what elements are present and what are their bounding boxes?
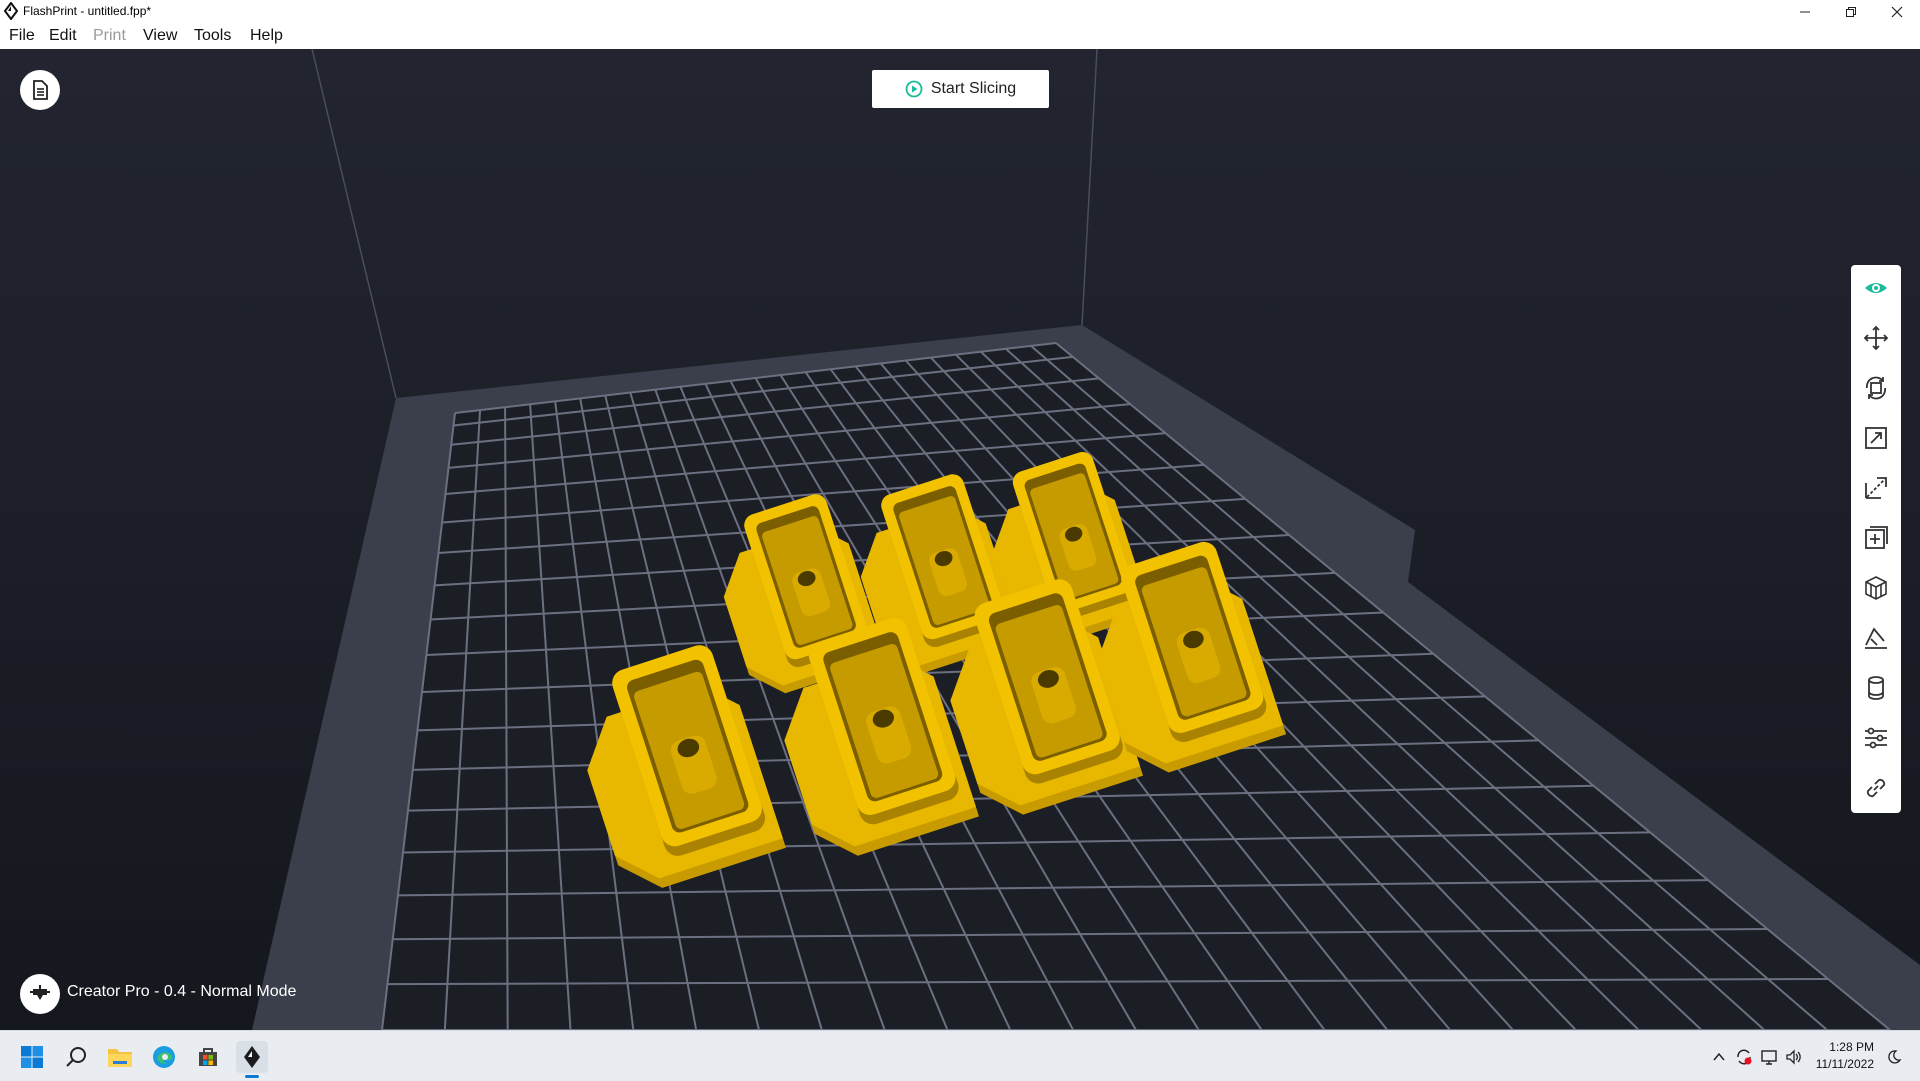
cylinder-tool-button[interactable] [1851, 665, 1901, 711]
add-object-icon [1865, 526, 1888, 549]
menu-view[interactable]: View [143, 27, 177, 45]
chevron-up-icon [1713, 1052, 1725, 1061]
supports-icon [1865, 576, 1887, 600]
lay-flat-icon [1865, 627, 1887, 649]
clock-date: 11/11/2022 [1815, 1057, 1874, 1071]
taskbar-edge[interactable] [148, 1041, 180, 1073]
settings-sliders-icon [1865, 727, 1887, 749]
close-button[interactable] [1874, 0, 1920, 24]
play-circle-icon [905, 80, 923, 98]
network-tray[interactable] [1759, 1047, 1779, 1067]
cut-tool-button[interactable] [1851, 465, 1901, 511]
volume-tray[interactable] [1784, 1047, 1804, 1067]
speaker-icon [1786, 1049, 1801, 1065]
right-toolbar [1851, 265, 1901, 813]
menu-file[interactable]: File [9, 27, 35, 45]
scale-tool-button[interactable] [1851, 415, 1901, 461]
taskbar-flashprint[interactable] [236, 1041, 268, 1073]
taskbar-search-button[interactable] [60, 1041, 92, 1073]
folder-icon [108, 1049, 132, 1067]
moon-icon [1888, 1050, 1902, 1064]
eye-icon [1865, 283, 1887, 293]
scale-icon [1865, 427, 1887, 449]
edge-browser-icon [153, 1046, 175, 1068]
add-object-button[interactable] [1851, 515, 1901, 561]
minimize-button[interactable] [1782, 0, 1828, 24]
menu-edit[interactable]: Edit [49, 27, 77, 45]
search-icon [66, 1047, 86, 1067]
nozzle-icon [30, 985, 50, 1000]
window-title: FlashPrint - untitled.fpp* [23, 4, 152, 18]
taskbar-file-explorer[interactable] [104, 1041, 136, 1073]
clock-time: 1:28 PM [1829, 1040, 1874, 1054]
supports-button[interactable] [1851, 565, 1901, 611]
cut-icon [1865, 477, 1887, 499]
link-icon [1866, 778, 1886, 798]
network-icon [1761, 1050, 1777, 1065]
move-tool-button[interactable] [1851, 315, 1901, 361]
notifications-button[interactable] [1884, 1047, 1904, 1067]
menu-bar: File Edit Print View Tools Help [0, 24, 1920, 49]
close-icon [1891, 6, 1903, 18]
taskbar: 1:28 PM 11/11/2022 [0, 1030, 1920, 1081]
windows-icon [21, 1046, 43, 1068]
restore-button[interactable] [1828, 0, 1874, 24]
taskbar-store[interactable] [192, 1041, 224, 1073]
menu-tools[interactable]: Tools [194, 27, 231, 45]
cylinder-icon [1868, 676, 1884, 700]
rotate-tool-button[interactable] [1851, 365, 1901, 411]
menu-help[interactable]: Help [250, 27, 283, 45]
printer-status-label: Creator Pro - 0.4 - Normal Mode [67, 983, 297, 1000]
start-slicing-label: Start Slicing [930, 80, 1017, 97]
show-hidden-icons-button[interactable] [1709, 1047, 1729, 1067]
start-button[interactable] [16, 1041, 48, 1073]
sync-status-tray[interactable] [1734, 1047, 1754, 1067]
move-icon [1863, 325, 1889, 351]
store-icon [199, 1048, 217, 1066]
connect-tool-button[interactable] [1851, 765, 1901, 811]
document-icon [33, 80, 48, 100]
restore-icon [1846, 7, 1856, 17]
build-plate-scene [0, 49, 1920, 1030]
flashprint-logo-icon [3, 2, 19, 20]
settings-tool-button[interactable] [1851, 715, 1901, 761]
menu-print[interactable]: Print [93, 27, 126, 45]
lay-flat-button[interactable] [1851, 615, 1901, 661]
view-tool-button[interactable] [1851, 265, 1901, 311]
printer-settings-button[interactable] [20, 974, 60, 1014]
rotate-icon [1866, 376, 1886, 400]
sync-icon [1737, 1049, 1752, 1065]
start-slicing-button[interactable]: Start Slicing [872, 70, 1049, 108]
3d-viewport[interactable]: Start Slicing Creator Pro - 0.4 - Normal… [0, 49, 1920, 1030]
title-bar: FlashPrint - untitled.fpp* [0, 0, 1920, 24]
minimize-icon [1800, 11, 1810, 13]
active-app-indicator [245, 1075, 259, 1078]
system-clock[interactable]: 1:28 PM 11/11/2022 [1816, 1039, 1874, 1073]
flashprint-app-icon [244, 1046, 260, 1068]
model-list-button[interactable] [20, 70, 60, 110]
